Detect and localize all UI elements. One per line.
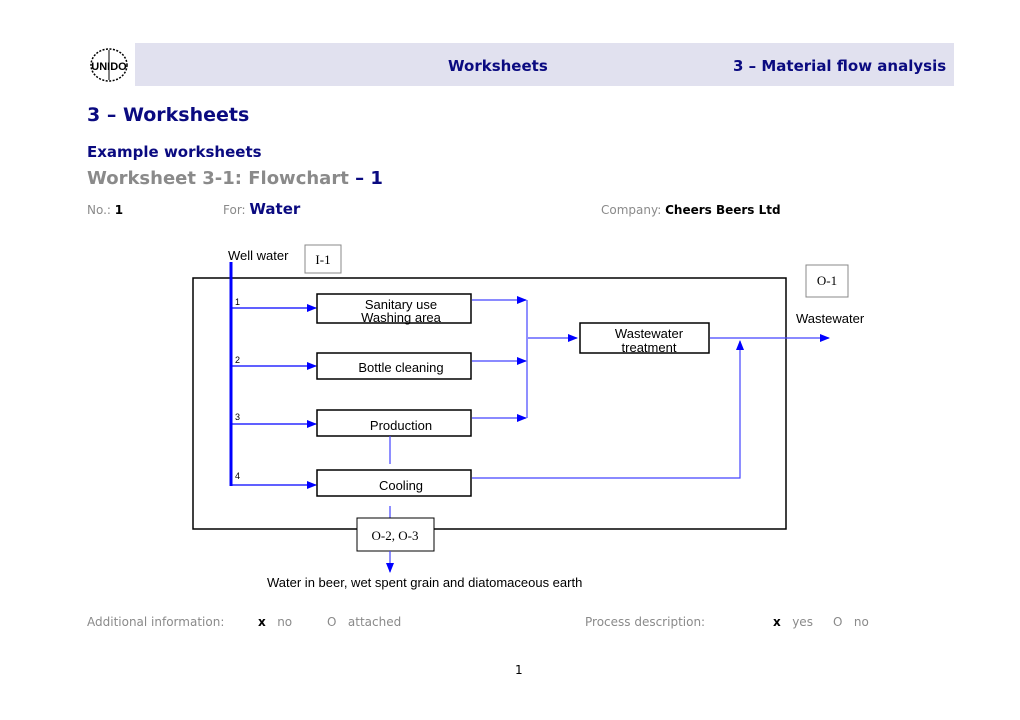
process-label: Bottle cleaning <box>358 360 443 375</box>
option-label: attached <box>347 615 402 629</box>
process-description-no-option[interactable]: O no <box>833 615 869 629</box>
process-label: Washing area <box>361 310 441 325</box>
additional-info-attached-option[interactable]: O attached <box>327 615 401 629</box>
branch-1: 1 <box>231 297 317 312</box>
branch-3: 3 <box>231 412 317 428</box>
branch-number: 2 <box>235 355 240 365</box>
option-label: no <box>277 615 293 629</box>
branch-number: 3 <box>235 412 240 422</box>
branch-2: 2 <box>231 355 317 370</box>
process-bottle-cleaning: Bottle cleaning <box>316 352 472 380</box>
page-number: 1 <box>515 663 523 677</box>
process-description-yes-option[interactable]: x yes <box>773 615 813 629</box>
output-code-right: O-1 <box>817 273 837 288</box>
process-label: Wastewater <box>615 326 684 341</box>
output-label-bottom: Water in beer, wet spent grain and diato… <box>267 575 582 590</box>
process-production: Production <box>316 409 472 437</box>
option-label: yes <box>792 615 813 629</box>
output-code-bottom: O-2, O-3 <box>372 528 419 543</box>
checked-mark: x <box>773 615 781 629</box>
unchecked-mark: O <box>327 615 337 629</box>
branch-number: 1 <box>235 297 240 307</box>
input-code: I-1 <box>315 252 330 267</box>
additional-info-label: Additional information: <box>87 615 225 629</box>
output-label-right: Wastewater <box>796 311 865 326</box>
unchecked-mark: O <box>833 615 843 629</box>
process-description-label: Process description: <box>585 615 706 629</box>
process-cooling: Cooling <box>316 469 472 497</box>
process-wastewater-treatment: Wastewater treatment <box>579 322 710 355</box>
process-sanitary: Sanitary use Washing area <box>316 293 472 325</box>
process-label: Cooling <box>379 478 423 493</box>
additional-info-no-option[interactable]: x no <box>258 615 292 629</box>
process-label: Production <box>370 418 432 433</box>
system-boundary <box>192 277 787 530</box>
checked-mark: x <box>258 615 266 629</box>
branch-4: 4 <box>231 471 317 489</box>
flowchart: Well water I-1 1 2 3 4 Sanitary use Wash… <box>192 244 865 590</box>
input-label: Well water <box>228 248 289 263</box>
option-label: no <box>853 615 869 629</box>
branch-number: 4 <box>235 471 240 481</box>
process-label: treatment <box>622 340 677 355</box>
